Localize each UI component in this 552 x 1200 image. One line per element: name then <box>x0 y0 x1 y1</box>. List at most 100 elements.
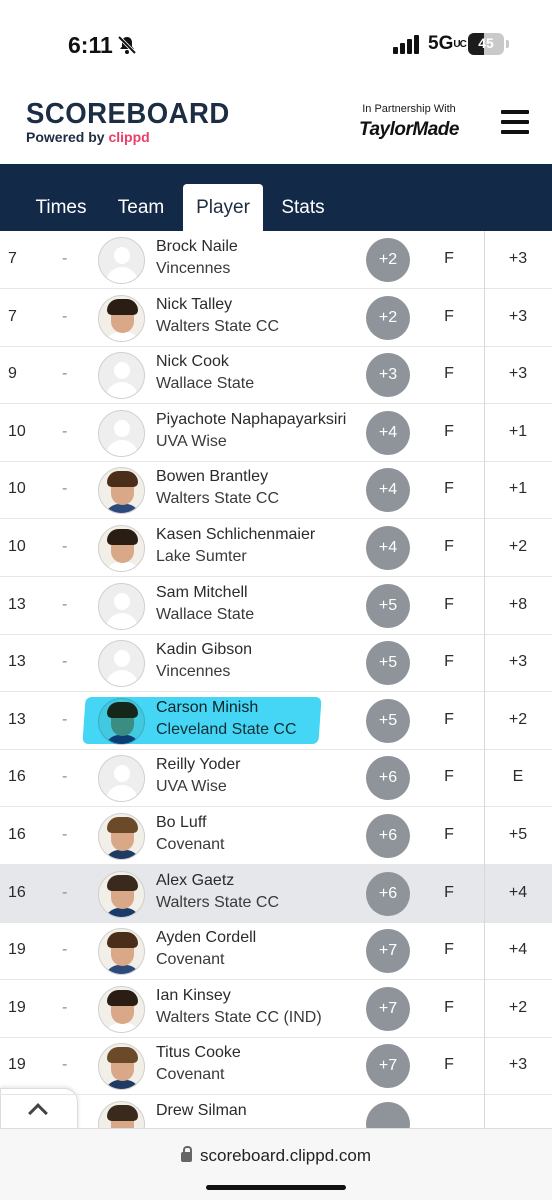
thru: F <box>444 998 454 1016</box>
brand-subtitle: Powered by clippd <box>26 129 240 145</box>
player-photo <box>98 1043 145 1091</box>
column-divider <box>484 231 485 289</box>
player-name[interactable]: Titus Cooke <box>156 1044 241 1062</box>
thru: F <box>444 883 454 901</box>
position: 16 <box>8 768 26 786</box>
partner-name: TaylorMade <box>359 119 459 140</box>
column-divider <box>484 979 485 1038</box>
total-score: +4 <box>508 883 528 901</box>
hamburger-menu-icon[interactable] <box>501 110 529 134</box>
player-row[interactable]: 13 - Sam Mitchell Wallace State +5 F +8 <box>0 576 552 635</box>
position: 19 <box>8 941 26 959</box>
total-score: +3 <box>508 1056 528 1074</box>
player-name[interactable]: Reilly Yoder <box>156 756 241 774</box>
round-score-badge: +5 <box>366 641 410 686</box>
player-name[interactable]: Bowen Brantley <box>156 468 268 486</box>
player-photo <box>98 870 145 918</box>
player-name[interactable]: Kasen Schlichenmaier <box>156 526 315 544</box>
position: 7 <box>8 250 17 267</box>
player-row[interactable]: 16 - Bo Luff Covenant +6 F +5 <box>0 807 552 865</box>
round-score-badge: +6 <box>366 871 410 916</box>
position: 13 <box>8 653 26 671</box>
round-score-badge: +5 <box>366 698 410 743</box>
browser-address-bar[interactable]: scoreboard.clippd.com <box>0 1128 552 1200</box>
player-name[interactable]: Piyachote Naphapayarksiri <box>156 411 346 429</box>
player-team: Walters State CC <box>156 490 279 508</box>
avatar-placeholder-icon <box>98 582 145 630</box>
player-row[interactable]: 19 - Ian Kinsey Walters State CC (IND) +7 F +2 <box>0 979 552 1038</box>
total-score: +5 <box>508 826 528 843</box>
player-row[interactable]: 7 - Brock Naile Vincennes +2 F +3 <box>0 231 552 289</box>
player-name[interactable]: Sam Mitchell <box>156 584 248 602</box>
round-score-badge: +7 <box>366 929 410 974</box>
player-row[interactable]: 9 - Nick Cook Wallace State +3 F +3 <box>0 346 552 405</box>
player-name[interactable]: Kadin Gibson <box>156 641 252 659</box>
round-score-badge: +3 <box>366 353 410 398</box>
player-row[interactable]: 19 - Ayden Cordell Covenant +7 F +4 <box>0 922 552 981</box>
position: 13 <box>8 595 26 613</box>
player-name[interactable]: Alex Gaetz <box>156 872 234 890</box>
player-row[interactable]: 7 - Nick Talley Walters State CC +2 F +3 <box>0 288 552 347</box>
player-row[interactable]: 16 - Reilly Yoder UVA Wise +6 F E <box>0 749 552 808</box>
round-score-badge: +2 <box>366 295 410 340</box>
tab-team[interactable]: Team <box>106 184 176 231</box>
player-name[interactable]: Nick Talley <box>156 296 232 314</box>
player-name[interactable]: Brock Naile <box>156 238 238 256</box>
player-name[interactable]: Nick Cook <box>156 353 229 371</box>
tab-times[interactable]: Times <box>22 184 100 231</box>
round-score-badge: +2 <box>366 238 410 282</box>
round-score-badge: +7 <box>366 986 410 1031</box>
player-row[interactable]: 10 - Bowen Brantley Walters State CC +4 F +1 <box>0 461 552 520</box>
player-row[interactable]: Drew Silman <box>0 1095 552 1128</box>
position: 10 <box>8 422 26 440</box>
position: 16 <box>8 826 26 843</box>
leaderboard-table: 7 - Brock Naile Vincennes +2 F +3 7 - Nick Talley… <box>0 231 552 1128</box>
player-name[interactable]: Ayden Cordell <box>156 929 256 947</box>
thru: F <box>444 1056 454 1074</box>
movement: - <box>62 480 68 498</box>
total-score: +3 <box>508 307 528 325</box>
column-divider <box>484 922 485 981</box>
tab-player[interactable]: Player <box>183 184 263 231</box>
battery-level: 45 <box>478 35 494 51</box>
player-row[interactable]: 13 - Kadin Gibson Vincennes +5 F +3 <box>0 634 552 693</box>
avatar-placeholder-icon <box>98 352 145 400</box>
movement: - <box>62 826 68 843</box>
position: 13 <box>8 710 26 728</box>
avatar-placeholder-icon <box>98 409 145 457</box>
player-name[interactable]: Ian Kinsey <box>156 987 231 1005</box>
player-team: Walters State CC <box>156 893 279 911</box>
player-name[interactable]: Drew Silman <box>156 1102 247 1120</box>
round-score-badge: +6 <box>366 814 410 858</box>
player-team: Vincennes <box>156 663 231 681</box>
status-bar: 6:11 5GUC 45 <box>0 0 552 90</box>
column-divider <box>484 691 485 750</box>
column-divider <box>484 1095 485 1128</box>
total-score: +3 <box>508 653 528 671</box>
partner-logo[interactable]: TaylorMade <box>346 119 472 141</box>
player-row[interactable]: 19 - Titus Cooke Covenant +7 F +3 <box>0 1037 552 1096</box>
network-type: 5G <box>428 33 454 54</box>
tab-stats[interactable]: Stats <box>268 184 338 231</box>
player-row[interactable]: 10 - Piyachote Naphapayarksiri UVA Wise +4 F +… <box>0 403 552 462</box>
brand-logo[interactable]: SCOREBOARD Powered by clippd <box>26 98 240 145</box>
thru: F <box>444 538 454 555</box>
position: 19 <box>8 998 26 1016</box>
player-photo <box>98 813 145 860</box>
player-team: Covenant <box>156 1066 225 1084</box>
player-row[interactable]: 10 - Kasen Schlichenmaier Lake Sumter +4 F +2 <box>0 519 552 577</box>
total-score: +2 <box>508 538 528 555</box>
total-score: +1 <box>508 422 528 440</box>
player-team: Wallace State <box>156 375 255 393</box>
player-name[interactable]: Bo Luff <box>156 814 206 832</box>
round-score-badge: +5 <box>366 583 410 628</box>
position: 16 <box>8 883 26 901</box>
brand-powered: Powered by <box>26 129 109 145</box>
movement: - <box>62 1056 68 1074</box>
brand-title: SCOREBOARD <box>26 98 230 130</box>
thru: F <box>444 250 454 267</box>
player-row[interactable]: 16 - Alex Gaetz Walters State CC +6 F +4 <box>0 864 552 923</box>
position: 10 <box>8 538 26 555</box>
player-team: Covenant <box>156 951 225 969</box>
nav-tabs: Times Team Player Stats <box>0 164 552 231</box>
